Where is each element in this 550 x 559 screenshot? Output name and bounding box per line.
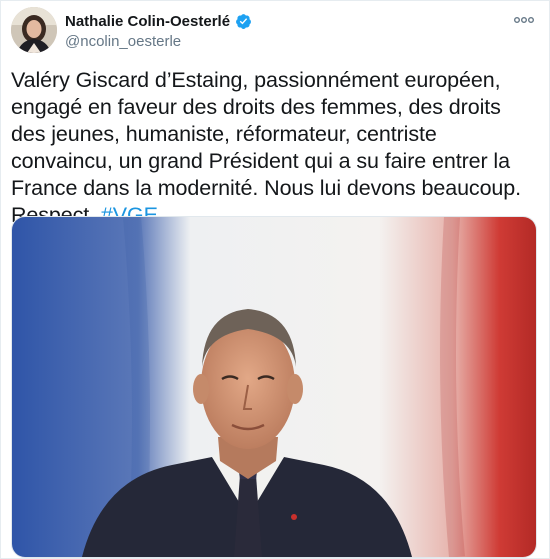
more-options-icon[interactable] (513, 13, 535, 27)
avatar[interactable] (11, 7, 57, 53)
display-name[interactable]: Nathalie Colin-Oesterlé (65, 13, 230, 30)
avatar-image (11, 7, 57, 53)
author-handle[interactable]: @ncolin_oesterle (65, 33, 252, 50)
tweet-header: Nathalie Colin-Oesterlé @ncolin_oesterle (11, 7, 539, 57)
tweet-card: Nathalie Colin-Oesterlé @ncolin_oesterle… (0, 0, 550, 559)
verified-badge-icon (235, 13, 252, 30)
tweet-body: Valéry Giscard d’Estaing, passionnément … (11, 68, 522, 227)
official-portrait-photo (12, 217, 536, 557)
tweet-text: Valéry Giscard d’Estaing, passionnément … (11, 67, 539, 229)
tweet-media[interactable] (11, 216, 537, 558)
author-names: Nathalie Colin-Oesterlé @ncolin_oesterle (65, 10, 252, 50)
display-name-row: Nathalie Colin-Oesterlé (65, 10, 252, 32)
